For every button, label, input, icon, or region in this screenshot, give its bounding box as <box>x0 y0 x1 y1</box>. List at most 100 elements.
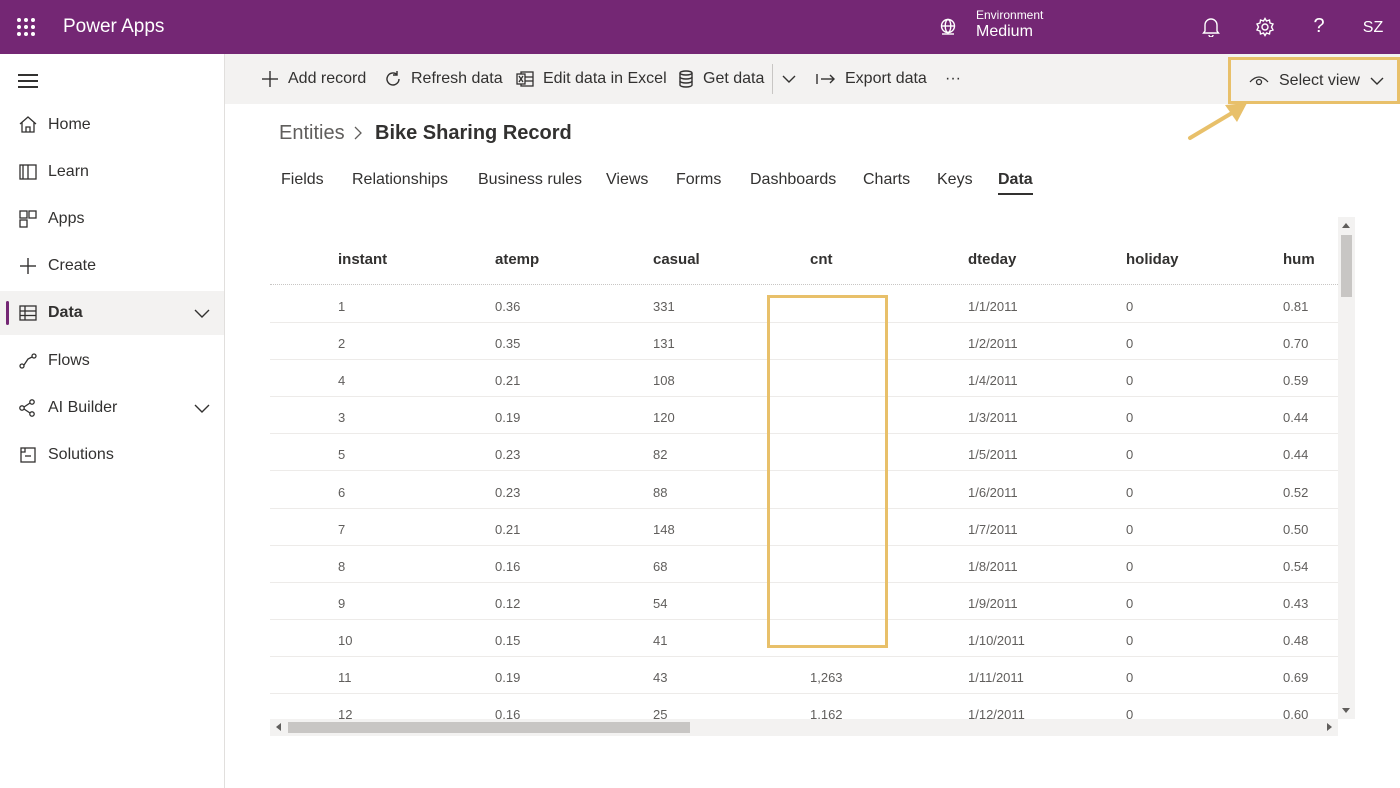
table-cell-casual[interactable]: 43 <box>653 670 667 685</box>
column-header-cnt[interactable]: cnt <box>810 251 833 268</box>
table-cell-dteday[interactable]: 1/5/2011 <box>968 447 1018 462</box>
get-data-button[interactable]: Get data <box>677 54 764 104</box>
table-cell-holiday[interactable]: 0 <box>1126 447 1133 462</box>
nav-item-ai-builder[interactable]: AI Builder <box>0 386 224 430</box>
table-cell-holiday[interactable]: 0 <box>1126 670 1133 685</box>
hamburger-menu-icon[interactable] <box>18 74 38 88</box>
tab-dashboards[interactable]: Dashboards <box>750 171 836 189</box>
table-cell-instant[interactable]: 9 <box>338 596 345 611</box>
nav-item-apps[interactable]: Apps <box>0 197 224 241</box>
table-cell-dteday[interactable]: 1/1/2011 <box>968 299 1018 314</box>
table-cell-atemp[interactable]: 0.23 <box>495 447 520 462</box>
table-cell-hum[interactable]: 0.43 <box>1283 596 1308 611</box>
tab-charts[interactable]: Charts <box>863 171 910 189</box>
nav-item-home[interactable]: Home <box>0 103 224 147</box>
chevron-down-icon[interactable] <box>193 304 211 322</box>
table-cell-atemp[interactable]: 0.36 <box>495 299 520 314</box>
table-cell-instant[interactable]: 3 <box>338 410 345 425</box>
table-cell-holiday[interactable]: 0 <box>1126 522 1133 537</box>
table-cell-atemp[interactable]: 0.15 <box>495 633 520 648</box>
table-cell-hum[interactable]: 0.48 <box>1283 633 1308 648</box>
user-avatar[interactable]: SZ <box>1358 13 1388 43</box>
table-cell-dteday[interactable]: 1/6/2011 <box>968 485 1018 500</box>
table-cell-hum[interactable]: 0.81 <box>1283 299 1308 314</box>
table-cell-atemp[interactable]: 0.35 <box>495 336 520 351</box>
export-data-button[interactable]: Export data <box>815 54 927 104</box>
table-cell-instant[interactable]: 6 <box>338 485 345 500</box>
table-cell-holiday[interactable]: 0 <box>1126 559 1133 574</box>
edit-in-excel-button[interactable]: Edit data in Excel <box>515 54 667 104</box>
tab-relationships[interactable]: Relationships <box>352 171 448 189</box>
table-cell-casual[interactable]: 82 <box>653 447 667 462</box>
tab-forms[interactable]: Forms <box>676 171 721 189</box>
help-icon[interactable]: ? <box>1307 14 1331 38</box>
table-cell-holiday[interactable]: 0 <box>1126 485 1133 500</box>
table-cell-instant[interactable]: 4 <box>338 373 345 388</box>
table-cell-atemp[interactable]: 0.21 <box>495 522 520 537</box>
table-cell-dteday[interactable]: 1/11/2011 <box>968 670 1024 685</box>
table-cell-hum[interactable]: 0.44 <box>1283 410 1308 425</box>
table-cell-instant[interactable]: 10 <box>338 633 352 648</box>
column-header-hum[interactable]: hum <box>1283 251 1315 268</box>
column-header-atemp[interactable]: atemp <box>495 251 539 268</box>
table-cell-instant[interactable]: 7 <box>338 522 345 537</box>
table-cell-atemp[interactable]: 0.19 <box>495 670 520 685</box>
tab-fields[interactable]: Fields <box>281 171 324 189</box>
table-cell-holiday[interactable]: 0 <box>1126 410 1133 425</box>
table-cell-casual[interactable]: 54 <box>653 596 667 611</box>
table-cell-casual[interactable]: 68 <box>653 559 667 574</box>
environment-value[interactable]: Medium <box>976 23 1033 41</box>
table-cell-hum[interactable]: 0.59 <box>1283 373 1308 388</box>
more-commands-button[interactable]: ··· <box>945 54 961 104</box>
table-cell-hum[interactable]: 0.70 <box>1283 336 1308 351</box>
table-cell-holiday[interactable]: 0 <box>1126 633 1133 648</box>
tab-business-rules[interactable]: Business rules <box>478 171 582 189</box>
column-header-instant[interactable]: instant <box>338 251 387 268</box>
nav-item-learn[interactable]: Learn <box>0 150 224 194</box>
tab-data[interactable]: Data <box>998 171 1033 195</box>
table-cell-hum[interactable]: 0.52 <box>1283 485 1308 500</box>
table-cell-casual[interactable]: 331 <box>653 299 675 314</box>
table-cell-atemp[interactable]: 0.19 <box>495 410 520 425</box>
table-cell-hum[interactable]: 0.44 <box>1283 447 1308 462</box>
table-cell-dteday[interactable]: 1/9/2011 <box>968 596 1018 611</box>
nav-item-solutions[interactable]: Solutions <box>0 433 224 477</box>
table-cell-instant[interactable]: 1 <box>338 299 345 314</box>
table-cell-atemp[interactable]: 0.23 <box>495 485 520 500</box>
gear-icon[interactable] <box>1253 15 1277 39</box>
table-cell-cnt[interactable]: 1,263 <box>810 670 843 685</box>
table-cell-holiday[interactable]: 0 <box>1126 596 1133 611</box>
table-cell-dteday[interactable]: 1/10/2011 <box>968 633 1025 648</box>
chevron-down-icon[interactable] <box>193 399 211 417</box>
table-cell-instant[interactable]: 5 <box>338 447 345 462</box>
horizontal-scrollbar[interactable] <box>270 719 1338 736</box>
table-cell-hum[interactable]: 0.50 <box>1283 522 1308 537</box>
table-cell-atemp[interactable]: 0.16 <box>495 559 520 574</box>
table-cell-atemp[interactable]: 0.12 <box>495 596 520 611</box>
table-cell-casual[interactable]: 41 <box>653 633 667 648</box>
table-row[interactable]: 11 0.19 43 1,263 1/11/2011 0 0.69 <box>270 657 1338 694</box>
table-cell-holiday[interactable]: 0 <box>1126 373 1133 388</box>
table-cell-casual[interactable]: 120 <box>653 410 675 425</box>
table-cell-hum[interactable]: 0.69 <box>1283 670 1308 685</box>
table-cell-casual[interactable]: 148 <box>653 522 675 537</box>
table-cell-holiday[interactable]: 0 <box>1126 336 1133 351</box>
table-cell-casual[interactable]: 108 <box>653 373 675 388</box>
table-cell-atemp[interactable]: 0.21 <box>495 373 520 388</box>
table-cell-dteday[interactable]: 1/7/2011 <box>968 522 1018 537</box>
table-cell-dteday[interactable]: 1/4/2011 <box>968 373 1018 388</box>
app-launcher-icon[interactable] <box>17 18 37 38</box>
tab-keys[interactable]: Keys <box>937 171 973 189</box>
add-record-button[interactable]: Add record <box>260 54 366 104</box>
refresh-data-button[interactable]: Refresh data <box>383 54 503 104</box>
table-cell-holiday[interactable]: 0 <box>1126 299 1133 314</box>
vertical-scrollbar[interactable] <box>1338 217 1355 719</box>
bell-icon[interactable] <box>1199 15 1223 39</box>
breadcrumb-entities[interactable]: Entities <box>279 122 345 145</box>
table-cell-instant[interactable]: 2 <box>338 336 345 351</box>
tab-views[interactable]: Views <box>606 171 648 189</box>
nav-item-flows[interactable]: Flows <box>0 339 224 383</box>
nav-item-create[interactable]: Create <box>0 244 224 288</box>
select-view-button[interactable]: Select view <box>1228 57 1400 104</box>
column-header-casual[interactable]: casual <box>653 251 700 268</box>
